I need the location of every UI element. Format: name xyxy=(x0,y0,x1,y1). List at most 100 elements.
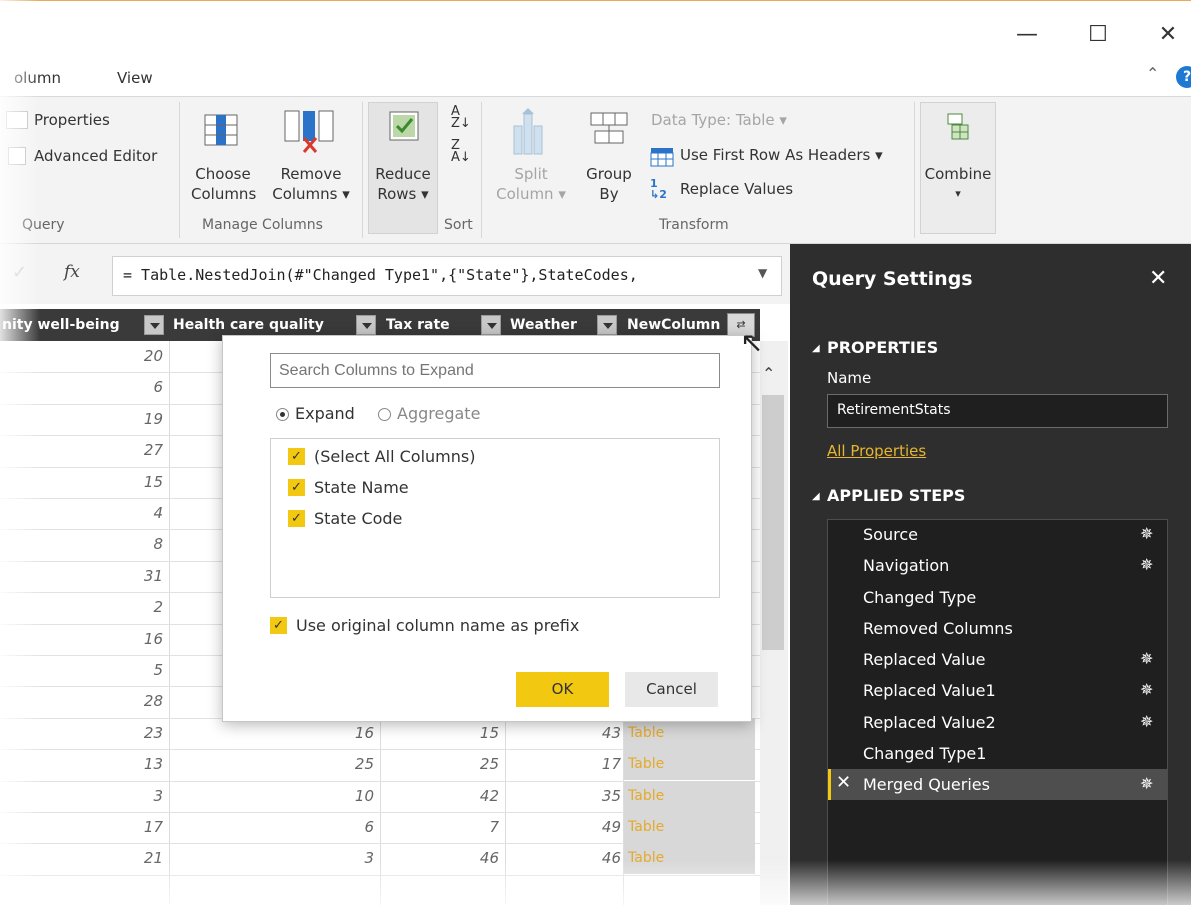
aggregate-radio-label[interactable]: Aggregate xyxy=(397,404,480,423)
sort-ascending-icon[interactable]: A Z↓ xyxy=(451,105,471,130)
table-cell-wellbeing[interactable]: 16 xyxy=(0,624,163,655)
applied-step[interactable]: Replaced Value xyxy=(828,644,1167,675)
properties-button[interactable]: Properties xyxy=(34,111,110,129)
table-cell-wellbeing[interactable]: 21 xyxy=(0,843,163,874)
select-all-checkbox[interactable]: ✓ xyxy=(288,448,305,465)
grid-scrollbar-thumb[interactable] xyxy=(762,395,784,650)
table-cell-wellbeing[interactable]: 19 xyxy=(0,404,163,435)
replace-values-button[interactable]: Replace Values xyxy=(680,180,793,198)
table-cell-wellbeing[interactable]: 15 xyxy=(0,467,163,498)
table-cell-wellbeing[interactable]: 3 xyxy=(0,781,163,812)
step-settings-gear-icon[interactable]: ✵ xyxy=(1140,712,1153,731)
help-icon[interactable]: ? xyxy=(1176,66,1191,88)
step-settings-gear-icon[interactable]: ✵ xyxy=(1140,680,1153,699)
column-filter-icon[interactable] xyxy=(481,315,501,335)
close-window-button[interactable]: ✕ xyxy=(1153,20,1183,50)
all-properties-link[interactable]: All Properties xyxy=(827,442,926,460)
table-cell-tax[interactable]: 15 xyxy=(380,718,499,749)
state-name-checkbox[interactable]: ✓ xyxy=(288,479,305,496)
table-cell-health[interactable]: 6 xyxy=(169,812,374,843)
table-cell-wellbeing[interactable]: 31 xyxy=(0,561,163,592)
table-cell-tax[interactable]: 46 xyxy=(380,843,499,874)
remove-columns-button[interactable]: Remove Columns ▾ xyxy=(266,164,356,204)
aggregate-radio[interactable] xyxy=(378,408,391,421)
first-row-headers-button[interactable]: Use First Row As Headers ▾ xyxy=(680,146,883,164)
group-by-button[interactable]: Group By xyxy=(578,164,640,204)
applied-steps-section-header[interactable]: APPLIED STEPS xyxy=(827,486,965,505)
table-cell-wellbeing[interactable]: 28 xyxy=(0,686,163,717)
table-cell-health[interactable]: 25 xyxy=(169,749,374,780)
tab-add-column[interactable]: olumn xyxy=(14,69,61,87)
table-cell-wellbeing[interactable]: 6 xyxy=(0,372,163,403)
table-cell-tax[interactable]: 7 xyxy=(380,812,499,843)
applied-step[interactable]: Replaced Value1 xyxy=(828,675,1167,706)
applied-step[interactable]: Changed Type1 xyxy=(828,738,1167,769)
table-cell-health[interactable]: 16 xyxy=(169,718,374,749)
tab-view[interactable]: View xyxy=(117,69,153,87)
table-cell-wellbeing[interactable]: 2 xyxy=(0,592,163,623)
table-cell-wellbeing[interactable]: 4 xyxy=(0,498,163,529)
table-cell-tax[interactable]: 42 xyxy=(380,781,499,812)
choose-columns-button[interactable]: Choose Columns xyxy=(191,164,256,204)
column-filter-icon[interactable] xyxy=(356,315,376,335)
properties-section-header[interactable]: PROPERTIES xyxy=(827,338,938,357)
sort-descending-icon[interactable]: Z A↓ xyxy=(451,139,471,164)
table-cell-newcol[interactable]: Table xyxy=(624,843,755,874)
select-all-label[interactable]: (Select All Columns) xyxy=(314,447,475,466)
table-cell-newcol[interactable]: Table xyxy=(624,749,755,780)
applied-step[interactable]: Merged Queries xyxy=(828,769,1167,800)
search-columns-input[interactable] xyxy=(270,353,720,388)
table-cell-newcol[interactable]: Table xyxy=(624,718,755,749)
applied-step[interactable]: Removed Columns xyxy=(828,613,1167,644)
step-settings-gear-icon[interactable]: ✵ xyxy=(1140,524,1153,543)
step-settings-gear-icon[interactable]: ✵ xyxy=(1140,774,1153,793)
expand-radio-label[interactable]: Expand xyxy=(295,404,355,423)
cancel-button[interactable]: Cancel xyxy=(625,672,718,707)
delete-step-icon[interactable]: ✕ xyxy=(836,772,851,793)
step-settings-gear-icon[interactable]: ✵ xyxy=(1140,555,1153,574)
close-query-settings-icon[interactable]: ✕ xyxy=(1149,266,1167,291)
column-header-wellbeing[interactable]: nity well-being xyxy=(2,309,140,341)
table-cell-wellbeing[interactable]: 20 xyxy=(0,341,163,372)
advanced-editor-button[interactable]: Advanced Editor xyxy=(34,147,157,165)
state-name-label[interactable]: State Name xyxy=(314,478,409,497)
formula-expand-chevron-icon[interactable]: ▼ xyxy=(758,266,767,280)
collapse-triangle-icon[interactable]: ◢ xyxy=(812,491,820,502)
table-cell-weather[interactable]: 46 xyxy=(505,843,621,874)
expand-radio[interactable] xyxy=(276,408,289,421)
table-cell-newcol[interactable]: Table xyxy=(624,781,755,812)
applied-step[interactable]: Replaced Value2 xyxy=(828,707,1167,738)
applied-step[interactable]: Changed Type xyxy=(828,582,1167,613)
ok-button[interactable]: OK xyxy=(516,672,609,707)
prefix-checkbox[interactable]: ✓ xyxy=(270,617,287,634)
data-type-dropdown[interactable]: Data Type: Table ▾ xyxy=(651,111,787,129)
table-cell-tax[interactable]: 25 xyxy=(380,749,499,780)
applied-step[interactable]: Navigation xyxy=(828,550,1167,581)
table-cell-wellbeing[interactable]: 23 xyxy=(0,718,163,749)
table-cell-weather[interactable]: 35 xyxy=(505,781,621,812)
maximize-button[interactable]: ☐ xyxy=(1083,20,1113,50)
table-cell-weather[interactable]: 49 xyxy=(505,812,621,843)
table-cell-health[interactable]: 3 xyxy=(169,843,374,874)
table-cell-wellbeing[interactable]: 8 xyxy=(0,529,163,560)
table-cell-weather[interactable]: 17 xyxy=(505,749,621,780)
table-cell-wellbeing[interactable]: 5 xyxy=(0,655,163,686)
applied-step[interactable]: Source xyxy=(828,519,1167,550)
table-cell-weather[interactable]: 43 xyxy=(505,718,621,749)
collapse-triangle-icon[interactable]: ◢ xyxy=(812,343,820,354)
collapse-ribbon-icon[interactable]: ⌃ xyxy=(1146,64,1159,83)
table-cell-wellbeing[interactable]: 27 xyxy=(0,435,163,466)
table-cell-newcol[interactable]: Table xyxy=(624,812,755,843)
state-code-label[interactable]: State Code xyxy=(314,509,402,528)
prefix-label[interactable]: Use original column name as prefix xyxy=(296,616,579,635)
table-cell-wellbeing[interactable]: 17 xyxy=(0,812,163,843)
formula-input[interactable]: = Table.NestedJoin(#"Changed Type1",{"St… xyxy=(112,256,782,296)
split-column-button[interactable]: Split Column ▾ xyxy=(496,164,566,204)
table-cell-health[interactable]: 10 xyxy=(169,781,374,812)
state-code-checkbox[interactable]: ✓ xyxy=(288,510,305,527)
table-cell-wellbeing[interactable]: 13 xyxy=(0,749,163,780)
step-settings-gear-icon[interactable]: ✵ xyxy=(1140,649,1153,668)
column-filter-icon[interactable] xyxy=(144,315,164,335)
column-filter-icon[interactable] xyxy=(597,315,617,335)
scroll-up-icon[interactable]: ⌃ xyxy=(762,364,775,383)
